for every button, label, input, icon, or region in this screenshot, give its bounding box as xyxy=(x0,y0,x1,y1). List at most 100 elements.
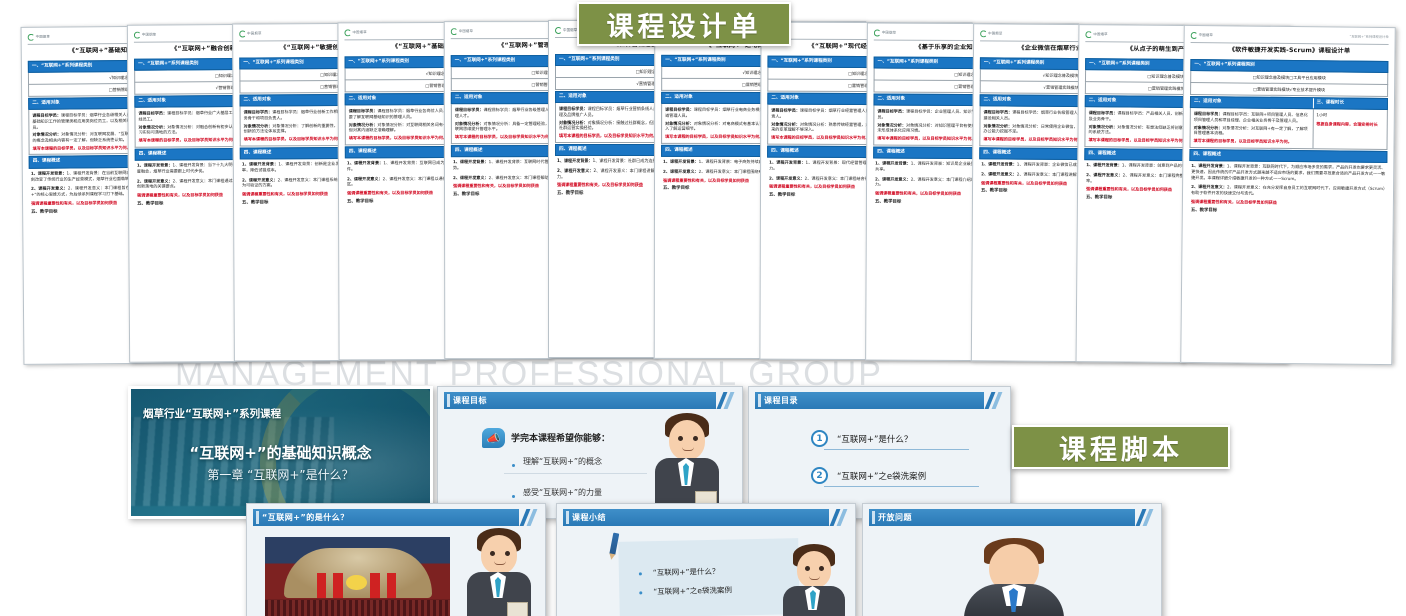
bullet-dot xyxy=(512,495,515,498)
logo-label: 中国烟草 xyxy=(1093,32,1107,37)
duration-cell: 1小时根据自身课程内容，合理安排时长 xyxy=(1312,110,1387,149)
slide-goals-title: 课程目标 xyxy=(453,395,487,406)
header-slash-decor xyxy=(718,392,740,409)
banner-course-script: 课程脚本 xyxy=(1012,425,1230,469)
checkbox-row-2[interactable]: □营销管理实践模块√专业技术提升模块 xyxy=(1190,83,1388,97)
logo-c-icon xyxy=(451,28,458,35)
target-text: 课程目标学员：课程目标学员：互联网+项目管理人员、信息化项目管理人员和项目经理、… xyxy=(1194,111,1310,124)
china-tobacco-logo: 中国烟草 xyxy=(1085,31,1107,38)
audience-decor xyxy=(265,600,450,616)
target-duration-row: 课程目标学员：课程目标学员：互联网+项目管理人员、信息化项目管理人员和项目经理、… xyxy=(1189,108,1387,149)
stage-decor xyxy=(284,548,432,597)
toc-underline xyxy=(824,449,969,450)
slide-toc-header: 课程目录 xyxy=(755,392,984,409)
header-slash-decor xyxy=(986,392,1008,409)
logo-c-icon xyxy=(980,30,987,37)
bullet-dot xyxy=(639,591,642,594)
header-rule xyxy=(1191,42,1389,45)
goals-divider xyxy=(504,473,647,474)
course-design-sheet[interactable]: 中国烟草“互联网+”系列课程设计单《软件敏捷开发实践-Scrum》课程设计单一、… xyxy=(1180,25,1396,365)
presenter-character xyxy=(773,544,856,616)
sheet-header-right: “互联网+”系列课程设计单 xyxy=(1349,35,1388,40)
target-red-note: 填写本课程的目标学员，以及目标学员知识水平为何。 xyxy=(1194,138,1310,145)
summary-bullet-1: “互联网+”是什么？ xyxy=(653,566,720,578)
logo-c-icon xyxy=(1085,31,1092,38)
goals-bullet-1: 理解“互联网+”的概念 xyxy=(523,456,602,467)
duration-text: 1小时 xyxy=(1316,112,1384,119)
toc-item[interactable]: 1 “互联网+”是什么？ xyxy=(811,430,912,447)
header-slash-decor xyxy=(831,509,853,526)
logo-label: 中国烟草 xyxy=(563,28,577,33)
flag-decor xyxy=(387,573,396,598)
background-paragraph: 1、课程开发背景：1、课程开发背景：互联网时代下，为顺应市场多变的需求，产品的开… xyxy=(1189,161,1387,185)
logo-c-icon xyxy=(134,32,141,39)
china-tobacco-logo: 中国烟草 xyxy=(239,30,261,37)
slide-summary-header: 课程小结 xyxy=(563,509,829,526)
toc-underline xyxy=(824,486,979,487)
china-tobacco-logo: 中国烟草 xyxy=(134,32,156,39)
great-hall-photo xyxy=(265,537,450,616)
logo-c-icon xyxy=(874,29,881,36)
slide-open-question[interactable]: 开放问题 xyxy=(862,503,1162,616)
header-slash-decor xyxy=(1137,509,1159,526)
flag-decor xyxy=(317,573,326,598)
china-tobacco-logo: 中国烟草 xyxy=(555,27,577,34)
pencil-icon xyxy=(609,533,619,556)
slide-open-header: 开放问题 xyxy=(869,509,1135,526)
china-tobacco-logo: 中国烟草 xyxy=(1191,32,1213,39)
flag-decor xyxy=(370,573,379,598)
slide-course-summary[interactable]: 课程小结 “互联网+”是什么？ “互联网+”之e袋洗案例 xyxy=(556,503,856,616)
slide-open-title: 开放问题 xyxy=(878,512,912,523)
toc-label: “互联网+”是什么？ xyxy=(837,433,912,445)
presenter-character xyxy=(455,528,546,616)
slide-what-is-internet-plus[interactable]: “互联网+”的是什么？ xyxy=(246,503,546,616)
emblem-decor xyxy=(346,575,366,590)
target-cell: 课程目标学员：课程目标学员：互联网+项目管理人员、信息化项目管理人员和项目经理、… xyxy=(1191,108,1313,147)
toc-label: “互联网+”之e袋洗案例 xyxy=(837,470,926,482)
title-slide-main-title: “互联网+”的基础知识概念 xyxy=(131,442,430,463)
announcement-icon: 📣 xyxy=(482,428,505,448)
title-slide-series: 烟草行业“互联网+”系列课程 xyxy=(143,406,281,421)
flag-decor xyxy=(333,573,342,598)
china-tobacco-logo: 中国烟草 xyxy=(28,34,50,41)
course-design-sheet-fan: 中国烟草“互联网+”系列课程设计单《“互联网+”基础知识概念》课程设计单一、“互… xyxy=(0,8,1406,363)
screenshot-canvas: MANAGEMENT PROFESSIONAL GROUP 中国烟草“互联网+”… xyxy=(0,0,1406,616)
logo-c-icon xyxy=(239,30,246,37)
china-tobacco-logo: 中国烟草 xyxy=(980,30,1002,37)
header-slash-decor xyxy=(521,509,543,526)
slide-course-goals[interactable]: 课程目标 📣 学完本课程希望你能够： 理解“互联网+”的概念 感受“互联网+”的… xyxy=(437,386,743,519)
slide-what-header: “互联网+”的是什么？ xyxy=(253,509,519,526)
section-5-header: 五、教学目标 xyxy=(1189,206,1387,218)
logo-label: 中国烟草 xyxy=(1199,33,1213,38)
avatar-silhouette xyxy=(958,538,1070,616)
slide-toc-title: 课程目录 xyxy=(764,395,798,406)
logo-label: 中国烟草 xyxy=(247,31,261,36)
logo-label: 中国烟草 xyxy=(36,35,50,40)
logo-label: 中国烟草 xyxy=(352,30,366,35)
logo-c-icon xyxy=(28,34,35,41)
china-tobacco-logo: 中国烟草 xyxy=(451,28,473,35)
sheet-title: 《软件敏捷开发实践-Scrum》课程设计单 xyxy=(1190,46,1388,57)
slide-course-toc[interactable]: 课程目录 1 “互联网+”是什么？ 2 “互联网+”之e袋洗案例 xyxy=(748,386,1011,519)
slide-goals-header: 课程目标 xyxy=(444,392,716,409)
china-tobacco-logo: 中国烟草 xyxy=(874,29,896,36)
goals-bullet-2: 感受“互联网+”的力量 xyxy=(523,487,602,498)
bullet-dot xyxy=(639,572,642,575)
logo-c-icon xyxy=(555,27,562,34)
logo-label: 中国烟草 xyxy=(988,31,1002,36)
toc-item[interactable]: 2 “互联网+”之e袋洗案例 xyxy=(811,467,926,484)
china-tobacco-logo: 中国烟草 xyxy=(344,29,366,36)
summary-bullet-2: “互联网+”之e袋洗案例 xyxy=(653,585,732,598)
banner-course-design-sheet: 课程设计单 xyxy=(577,2,791,46)
section-3-title: 三、课程时长 xyxy=(1312,98,1387,109)
goals-heading: 学完本课程希望你能够： xyxy=(511,431,610,444)
slide-summary-title: 课程小结 xyxy=(572,512,606,523)
sheet-header: 中国烟草 “互联网+”系列课程设计单 xyxy=(1191,31,1389,42)
slide-course-title[interactable]: 烟草行业“互联网+”系列课程 “互联网+”的基础知识概念 第一章 “互联网+”是… xyxy=(128,386,433,519)
logo-label: 中国烟草 xyxy=(882,31,896,36)
toc-number: 2 xyxy=(811,467,828,484)
section-2-title: 二、适用对象 xyxy=(1191,97,1313,109)
logo-label: 中国烟草 xyxy=(142,33,156,38)
logo-c-icon xyxy=(1191,32,1198,39)
toc-number: 1 xyxy=(811,430,828,447)
